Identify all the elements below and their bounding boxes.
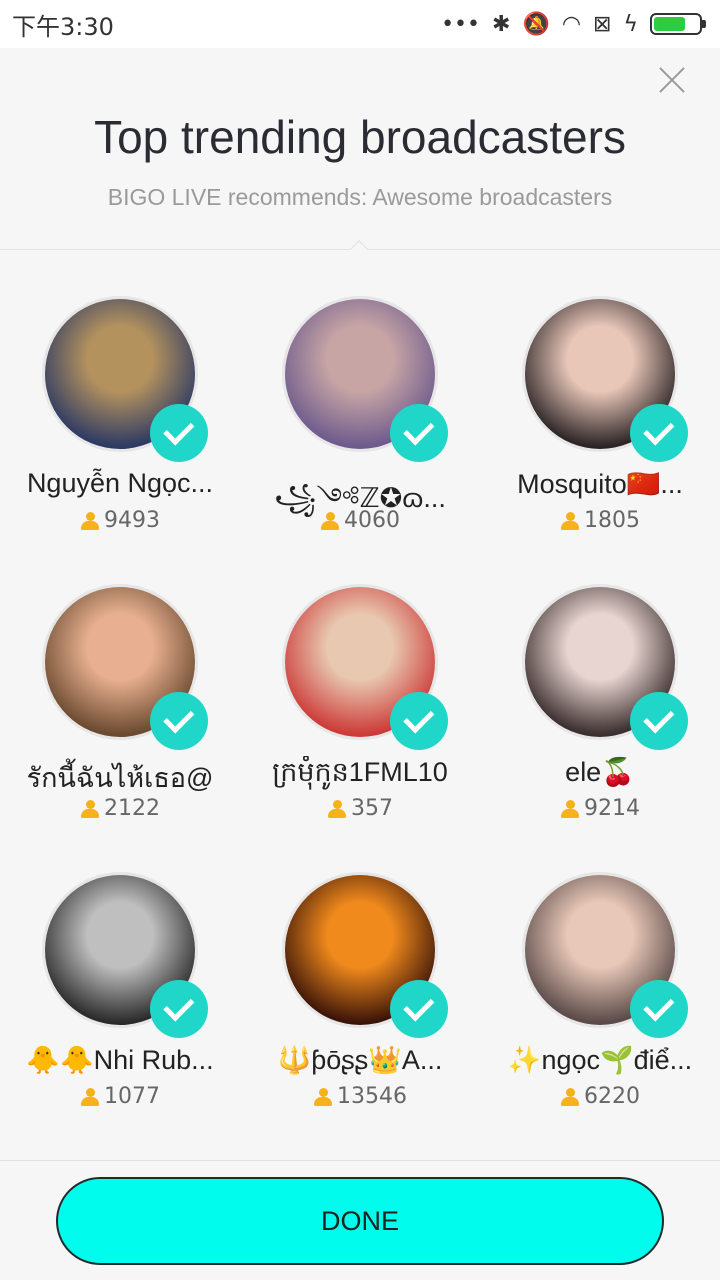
check-icon[interactable] — [390, 404, 448, 462]
broadcaster-card[interactable]: ក្រមុំកូន1FML10 357 — [240, 584, 480, 844]
broadcaster-name: Nguyễn Ngọc... — [26, 468, 214, 498]
check-icon[interactable] — [390, 692, 448, 750]
close-icon[interactable] — [658, 66, 686, 94]
sim-icon: ⊠ — [593, 11, 612, 37]
page-subtitle: BIGO LIVE recommends: Awesome broadcaste… — [107, 184, 613, 210]
follower-count-value: 4060 — [344, 508, 400, 533]
follower-count-value: 2122 — [104, 796, 160, 821]
follower-count: 6220 — [480, 1084, 720, 1109]
person-icon — [327, 799, 347, 819]
footer: DONE — [0, 1160, 720, 1280]
broadcaster-card[interactable]: 🐥🐥Nhi Rub... 1077 — [0, 872, 240, 1132]
done-button[interactable]: DONE — [56, 1177, 664, 1265]
status-bar: 下午3:30 ••• ✱ 🔕 ◠ ⊠ ϟ — [0, 0, 720, 48]
dots-icon: ••• — [441, 11, 480, 37]
follower-count: 9214 — [480, 796, 720, 821]
check-icon[interactable] — [150, 692, 208, 750]
follower-count-value: 9493 — [104, 508, 160, 533]
follower-count: 2122 — [0, 796, 240, 821]
broadcaster-card[interactable]: 🔱ƥōʂʂ👑A... 13546 — [240, 872, 480, 1132]
broadcaster-card[interactable]: ele🍒 9214 — [480, 584, 720, 844]
broadcaster-card[interactable]: Mosquito🇨🇳... 1805 — [480, 296, 720, 556]
broadcaster-grid: Nguyễn Ngọc... 9493 ꧁༺ℤ✪ɷ... 4060 Mosqui… — [0, 250, 720, 1160]
follower-count: 1077 — [0, 1084, 240, 1109]
header: Top trending broadcasters BIGO LIVE reco… — [0, 48, 720, 260]
check-icon[interactable] — [150, 980, 208, 1038]
person-icon — [320, 511, 340, 531]
person-icon — [560, 1087, 580, 1107]
person-icon — [313, 1087, 333, 1107]
broadcaster-name: ele🍒 — [565, 757, 635, 787]
follower-count-value: 1805 — [584, 508, 640, 533]
status-icons: ••• ✱ 🔕 ◠ ⊠ ϟ — [441, 11, 706, 37]
follower-count: 9493 — [0, 508, 240, 533]
follower-count: 357 — [240, 796, 480, 821]
battery-level — [654, 17, 685, 31]
broadcaster-card[interactable]: Nguyễn Ngọc... 9493 — [0, 296, 240, 556]
broadcaster-name: 🔱ƥōʂʂ👑A... — [277, 1045, 443, 1075]
check-icon[interactable] — [630, 404, 688, 462]
mute-icon: 🔕 — [522, 11, 550, 37]
broadcaster-card[interactable]: ✨ngọc🌱điể... 6220 — [480, 872, 720, 1132]
check-icon[interactable] — [150, 404, 208, 462]
broadcaster-name: Mosquito🇨🇳... — [517, 469, 683, 499]
follower-count-value: 9214 — [584, 796, 640, 821]
follower-count: 1805 — [480, 508, 720, 533]
check-icon[interactable] — [630, 692, 688, 750]
broadcaster-name: 🐥🐥Nhi Rub... — [26, 1045, 214, 1075]
broadcaster-name: ✨ngọc🌱điể... — [507, 1045, 693, 1075]
person-icon — [560, 799, 580, 819]
broadcaster-name: รักนี้ฉันไห้เธอ@ — [26, 763, 214, 793]
battery-icon — [650, 13, 706, 35]
broadcaster-name: ក្រមុំកូន1FML10 — [272, 757, 448, 787]
check-icon[interactable] — [630, 980, 688, 1038]
bluetooth-icon: ✱ — [492, 11, 511, 37]
charging-icon: ϟ — [623, 11, 638, 37]
wifi-icon: ◠ — [561, 11, 582, 37]
status-time: 下午3:30 — [12, 12, 114, 41]
follower-count-value: 1077 — [104, 1084, 160, 1109]
follower-count: 13546 — [240, 1084, 480, 1109]
follower-count-value: 357 — [351, 796, 393, 821]
check-icon[interactable] — [390, 980, 448, 1038]
person-icon — [560, 511, 580, 531]
broadcaster-card[interactable]: รักนี้ฉันไห้เธอ@ 2122 — [0, 584, 240, 844]
follower-count-value: 13546 — [337, 1084, 407, 1109]
follower-count: 4060 — [240, 508, 480, 533]
person-icon — [80, 511, 100, 531]
person-icon — [80, 1087, 100, 1107]
person-icon — [80, 799, 100, 819]
page-title: Top trending broadcasters — [94, 111, 626, 163]
follower-count-value: 6220 — [584, 1084, 640, 1109]
broadcaster-card[interactable]: ꧁༺ℤ✪ɷ... 4060 — [240, 296, 480, 556]
